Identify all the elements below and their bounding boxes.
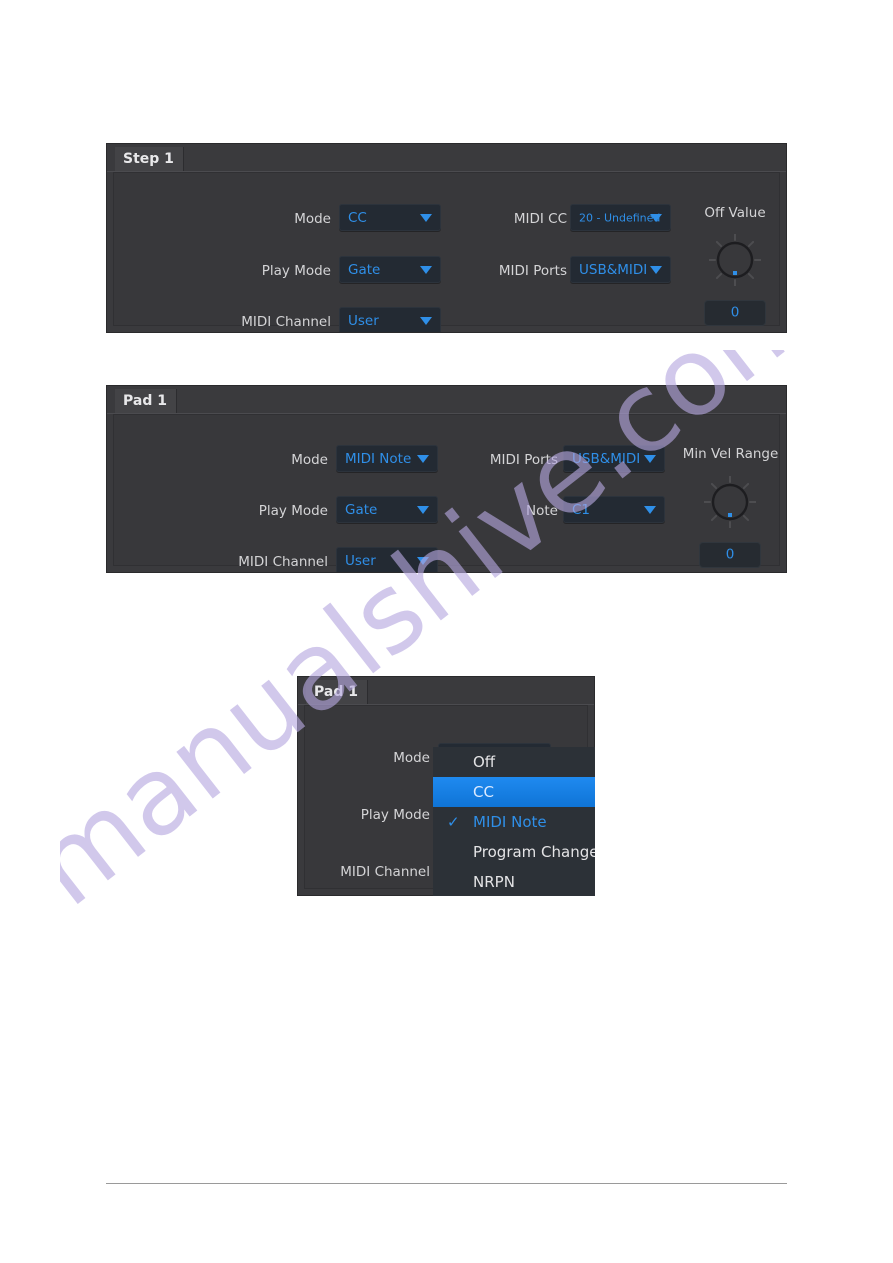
chevron-down-icon [420,316,432,325]
menu-item-label: MIDI Note [473,813,547,831]
min-vel-range-field[interactable]: 0 [699,542,761,568]
tab-step-1[interactable]: Step 1 [115,147,184,172]
step-tabbar: Step 1 [107,144,786,172]
menu-item-off[interactable]: Off [433,747,595,777]
chevron-down-icon [650,265,662,274]
pad-tabbar: Pad 1 [107,386,786,414]
label-note: Note [526,503,558,519]
pad-panel-body: Mode MIDI Note Play Mode Gate MIDI Chann… [113,414,780,572]
midi-channel-dropdown[interactable]: User [339,307,441,332]
menu-item-label: Off [473,753,496,771]
label-midi-channel: MIDI Channel [241,314,331,330]
tab-pad-1-menu[interactable]: Pad 1 [306,680,368,705]
midi-ports-dropdown[interactable]: USB&MIDI [570,256,671,283]
midi-channel-dropdown-value: User [348,312,379,329]
play-mode-dropdown-value: Gate [348,261,381,278]
label-mode: Mode [291,452,328,468]
off-value-label: Off Value [704,205,766,221]
pad-midi-channel-dropdown-value: User [345,552,376,569]
label-midi-cc: MIDI CC [513,211,567,227]
tab-pad-1[interactable]: Pad 1 [115,389,177,414]
label-midi-ports: MIDI Ports [489,452,558,468]
menu-item-label: CC [473,783,494,801]
footer-divider [106,1183,787,1184]
midi-ports-dropdown-value: USB&MIDI [579,261,648,278]
label-play-mode: Play Mode [258,503,328,519]
menu-item-midi-note[interactable]: ✓ MIDI Note [433,807,595,837]
menu-item-nrpn[interactable]: NRPN [433,867,595,896]
step-panel: Step 1 Mode CC Play Mode Gate MIDI Chann… [106,143,787,333]
pad-panel: Pad 1 Mode MIDI Note Play Mode Gate MIDI… [106,385,787,573]
min-vel-range-knob[interactable] [704,476,756,528]
max-vel-range-label: Max Vel Range [784,445,786,463]
pad-midi-ports-dropdown-value: USB&MIDI [572,450,641,467]
label-midi-channel: MIDI Channel [340,864,430,880]
step-panel-body: Mode CC Play Mode Gate MIDI Channel User… [113,172,780,332]
max-vel-range-group: Max Vel Range [784,445,786,572]
pad-menu-tabbar: Pad 1 [298,677,594,705]
pad-note-dropdown[interactable]: C1 [563,496,665,523]
chevron-down-icon [644,505,656,514]
off-value-field[interactable]: 0 [704,300,766,326]
pad-midi-ports-dropdown[interactable]: USB&MIDI [563,445,665,472]
pad-midi-channel-dropdown[interactable]: User [336,547,438,572]
min-vel-range-label: Min Vel Range [682,446,779,462]
menu-item-cc[interactable]: CC [433,777,595,807]
pad-play-mode-dropdown-value: Gate [345,501,378,518]
label-midi-channel: MIDI Channel [238,554,328,570]
menu-item-label: Program Change [473,843,595,861]
label-midi-ports: MIDI Ports [498,263,567,279]
off-value-number: 0 [730,304,740,321]
check-icon: ✓ [447,813,460,831]
label-play-mode: Play Mode [360,807,430,823]
label-mode: Mode [393,750,430,766]
midi-cc-dropdown-value: 20 - Undefined [579,211,661,224]
mode-dropdown-value: CC [348,209,367,226]
chevron-down-icon [650,213,662,222]
menu-item-label: NRPN [473,873,515,891]
min-vel-range-group: Min Vel Range 0 [671,445,786,572]
pad-note-dropdown-value: C1 [572,501,591,518]
chevron-down-icon [644,454,656,463]
midi-cc-dropdown[interactable]: 20 - Undefined [570,204,671,231]
menu-item-program-change[interactable]: Program Change [433,837,595,867]
label-play-mode: Play Mode [261,263,331,279]
min-vel-range-number: 0 [725,546,735,563]
off-value-group: Off Value 0 [682,204,786,332]
mode-dropdown-menu[interactable]: Off CC ✓ MIDI Note Program Change NRPN [433,747,595,896]
label-mode: Mode [294,211,331,227]
chevron-down-icon [417,556,429,565]
off-value-knob[interactable] [709,234,761,286]
